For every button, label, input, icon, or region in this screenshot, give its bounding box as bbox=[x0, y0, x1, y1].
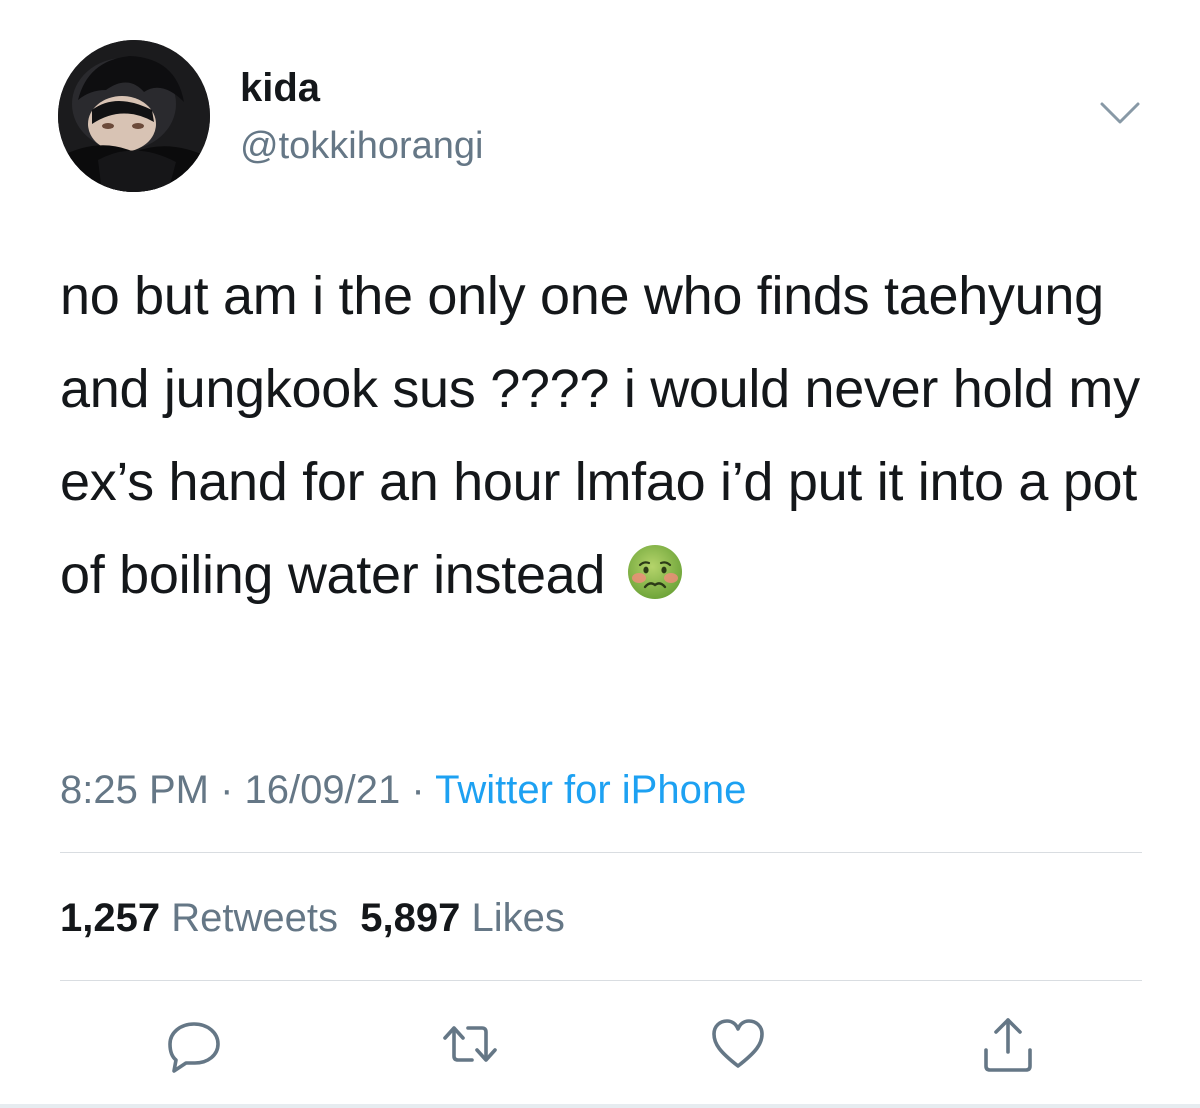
meta-separator: · bbox=[220, 768, 234, 812]
bottom-edge bbox=[0, 1104, 1200, 1108]
share-icon[interactable] bbox=[978, 1014, 1038, 1074]
heart-icon[interactable] bbox=[708, 1014, 768, 1074]
retweets-label: Retweets bbox=[171, 896, 338, 940]
tweet-date: 16/09/21 bbox=[244, 768, 401, 812]
tweet-meta: 8:25 PM · 16/09/21 · Twitter for iPhone bbox=[60, 765, 746, 815]
meta-separator: · bbox=[411, 768, 425, 812]
divider bbox=[60, 980, 1142, 981]
likes-label: Likes bbox=[471, 896, 565, 940]
avatar[interactable] bbox=[58, 40, 210, 192]
likes-count: 5,897 bbox=[360, 896, 461, 940]
tweet-time: 8:25 PM bbox=[60, 768, 209, 812]
display-name[interactable]: kida bbox=[240, 66, 320, 110]
retweets-stat[interactable]: 1,257 Retweets bbox=[60, 896, 338, 940]
nauseated-face-emoji bbox=[626, 537, 684, 599]
retweets-count: 1,257 bbox=[60, 896, 161, 940]
likes-stat[interactable]: 5,897 Likes bbox=[360, 896, 565, 940]
reply-icon[interactable] bbox=[164, 1014, 224, 1074]
tweet-body: no but am i the only one who finds taehy… bbox=[60, 266, 1140, 605]
chevron-down-icon[interactable] bbox=[1098, 98, 1142, 128]
user-handle[interactable]: @tokkihorangi bbox=[240, 124, 483, 168]
tweet-detail: kida @tokkihorangi no but am i the only … bbox=[0, 0, 1200, 1108]
divider bbox=[60, 852, 1142, 853]
retweet-icon[interactable] bbox=[440, 1014, 500, 1074]
avatar-image bbox=[58, 40, 210, 192]
tweet-stats: 1,257 Retweets 5,897 Likes bbox=[60, 893, 565, 943]
tweet-text: no but am i the only one who finds taehy… bbox=[60, 250, 1170, 622]
tweet-source-link[interactable]: Twitter for iPhone bbox=[435, 768, 746, 812]
